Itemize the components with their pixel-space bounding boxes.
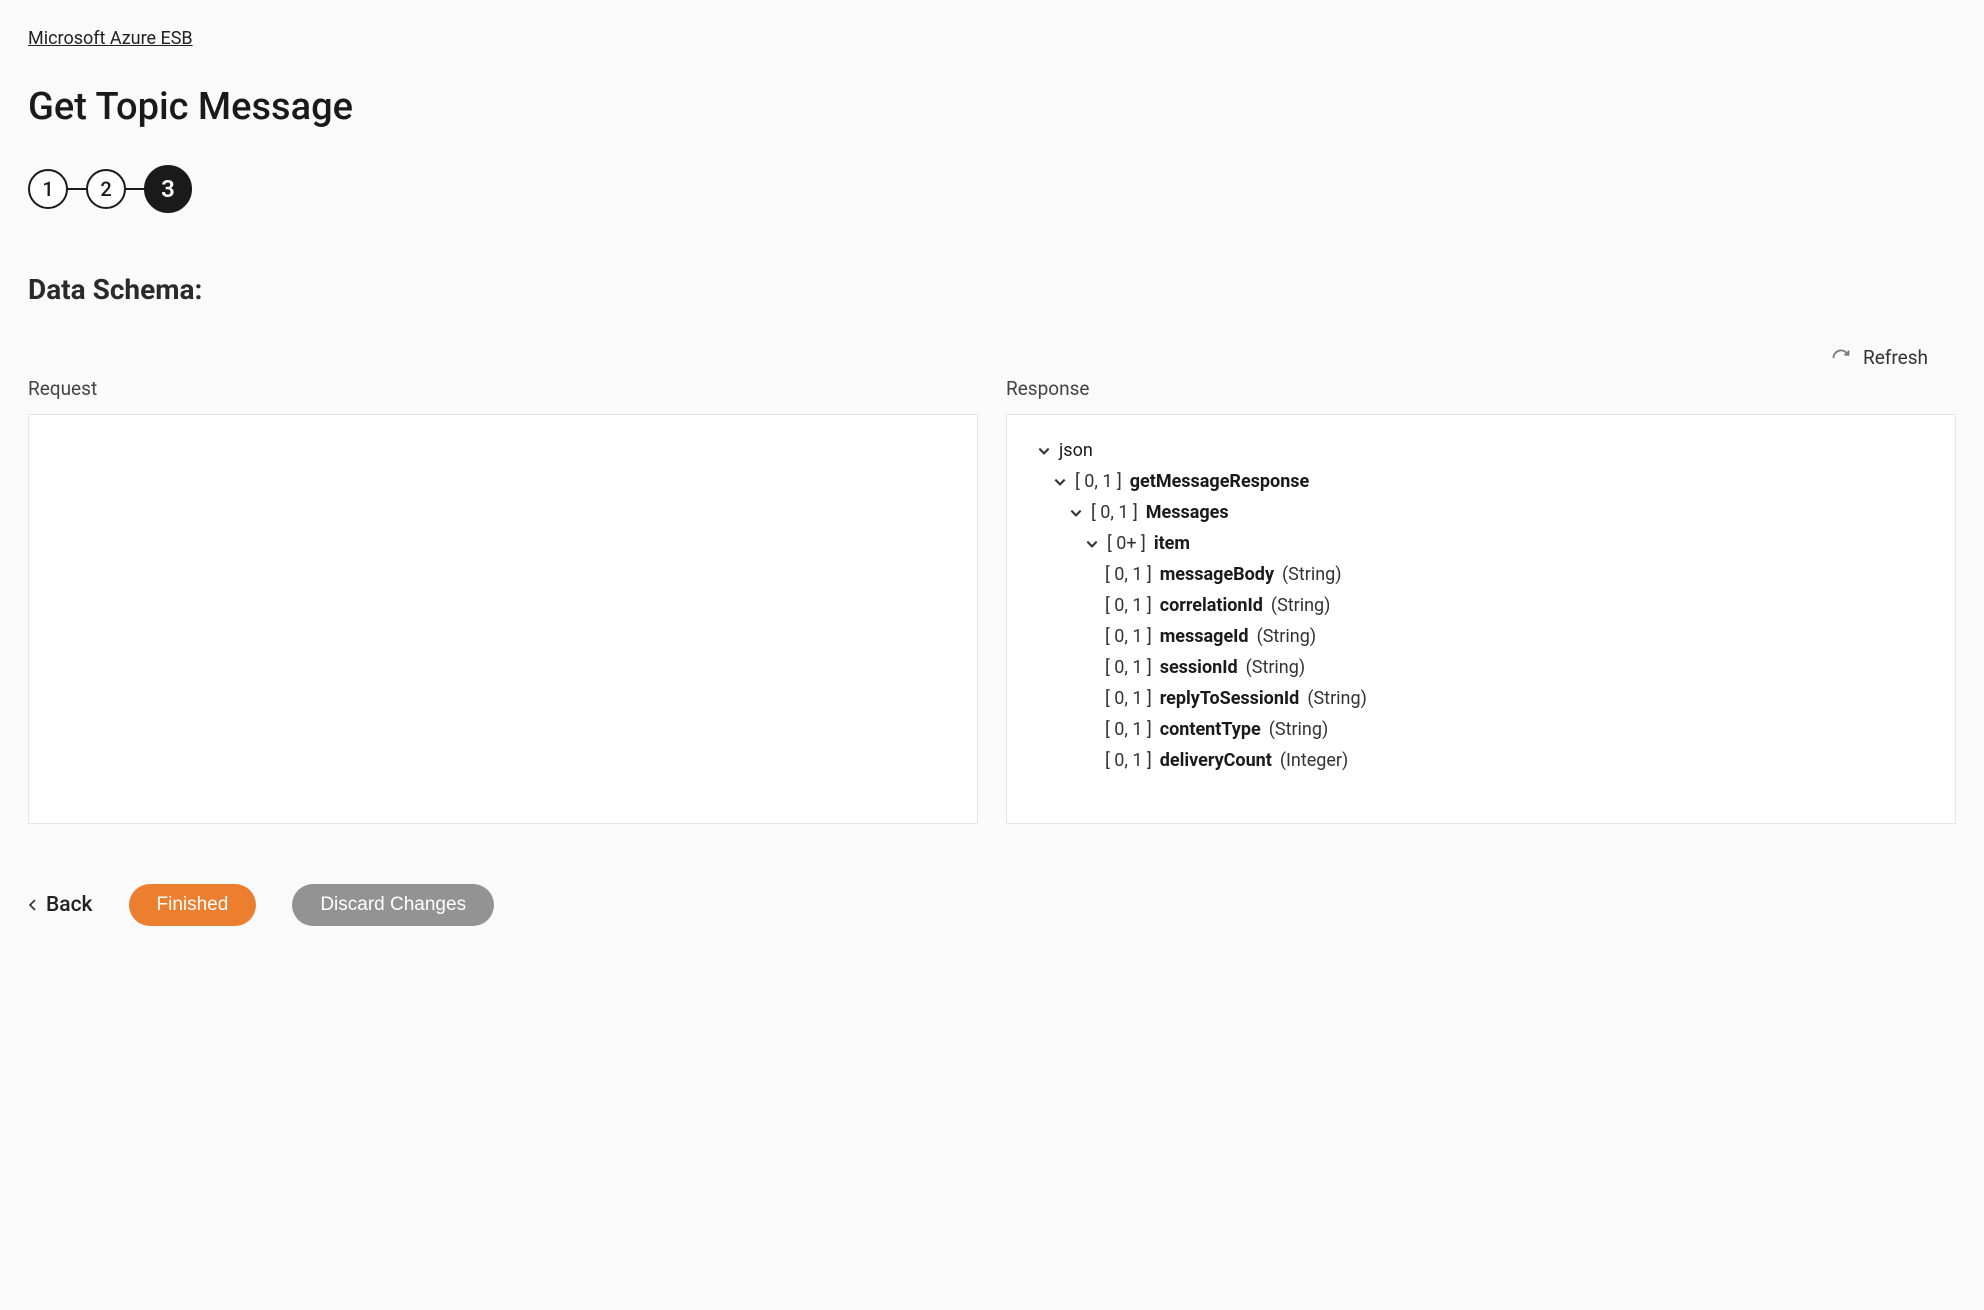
chevron-down-icon <box>1069 506 1083 520</box>
request-panel <box>28 414 978 824</box>
tree-node-name: messageBody <box>1160 564 1274 585</box>
tree-node-label: json <box>1059 440 1093 461</box>
tree-node-name: messageId <box>1160 626 1249 647</box>
refresh-button[interactable]: Refresh <box>1831 346 1928 369</box>
tree-node-item[interactable]: [ 0+ ] item <box>1025 528 1937 559</box>
section-heading: Data Schema: <box>28 273 1956 306</box>
tree-node-json[interactable]: json <box>1025 435 1937 466</box>
tree-node-name: deliveryCount <box>1160 750 1272 771</box>
tree-leaf[interactable]: [ 0, 1 ] replyToSessionId (String) <box>1025 683 1937 714</box>
tree-leaf[interactable]: [ 0, 1 ] sessionId (String) <box>1025 652 1937 683</box>
request-column: Request <box>28 377 978 824</box>
tree-node-name: item <box>1154 533 1190 554</box>
back-label: Back <box>46 893 93 917</box>
discard-changes-button[interactable]: Discard Changes <box>292 884 494 926</box>
tree-node-name: sessionId <box>1160 657 1238 678</box>
chevron-down-icon <box>1037 444 1051 458</box>
tree-node-cardinality: [ 0, 1 ] <box>1105 688 1152 709</box>
tree-node-cardinality: [ 0, 1 ] <box>1105 719 1152 740</box>
tree-node-name: getMessageResponse <box>1130 471 1310 492</box>
stepper: 1 2 3 <box>28 165 1956 213</box>
tree-node-type: (Integer) <box>1280 750 1348 771</box>
tree-node-cardinality: [ 0, 1 ] <box>1105 657 1152 678</box>
tree-node-cardinality: [ 0, 1 ] <box>1075 471 1122 492</box>
tree-node-getmessageresponse[interactable]: [ 0, 1 ] getMessageResponse <box>1025 466 1937 497</box>
tree-node-name: correlationId <box>1160 595 1263 616</box>
tree-node-type: (String) <box>1307 688 1367 709</box>
tree-node-cardinality: [ 0, 1 ] <box>1105 564 1152 585</box>
chevron-down-icon <box>1085 537 1099 551</box>
page-title: Get Topic Message <box>28 85 1956 129</box>
response-label: Response <box>1006 377 1956 400</box>
step-3[interactable]: 3 <box>144 165 192 213</box>
tree-node-cardinality: [ 0, 1 ] <box>1091 502 1138 523</box>
tree-node-type: (String) <box>1282 564 1342 585</box>
tree-node-cardinality: [ 0, 1 ] <box>1105 626 1152 647</box>
tree-node-cardinality: [ 0, 1 ] <box>1105 595 1152 616</box>
refresh-icon <box>1831 348 1851 368</box>
tree-node-cardinality: [ 0, 1 ] <box>1105 750 1152 771</box>
tree-node-messages[interactable]: [ 0, 1 ] Messages <box>1025 497 1937 528</box>
step-2[interactable]: 2 <box>86 169 126 209</box>
tree-leaf[interactable]: [ 0, 1 ] deliveryCount (Integer) <box>1025 745 1937 776</box>
tree-leaf[interactable]: [ 0, 1 ] messageId (String) <box>1025 621 1937 652</box>
tree-node-type: (String) <box>1271 595 1331 616</box>
chevron-left-icon <box>28 898 38 912</box>
response-column: Response json [ 0, 1 ] getMessageRespons… <box>1006 377 1956 824</box>
tree-node-type: (String) <box>1246 657 1306 678</box>
response-panel: json [ 0, 1 ] getMessageResponse [ 0, 1 … <box>1006 414 1956 824</box>
request-label: Request <box>28 377 978 400</box>
tree-node-type: (String) <box>1257 626 1317 647</box>
tree-node-name: replyToSessionId <box>1160 688 1300 709</box>
tree-node-name: contentType <box>1160 719 1261 740</box>
tree-node-type: (String) <box>1269 719 1329 740</box>
tree-leaf[interactable]: [ 0, 1 ] correlationId (String) <box>1025 590 1937 621</box>
tree-node-name: Messages <box>1146 502 1229 523</box>
step-connector <box>126 188 144 190</box>
refresh-label: Refresh <box>1863 346 1928 369</box>
breadcrumb-link[interactable]: Microsoft Azure ESB <box>28 28 193 49</box>
chevron-down-icon <box>1053 475 1067 489</box>
finished-button[interactable]: Finished <box>129 884 257 926</box>
tree-leaf[interactable]: [ 0, 1 ] messageBody (String) <box>1025 559 1937 590</box>
back-button[interactable]: Back <box>28 893 93 917</box>
tree-leaf[interactable]: [ 0, 1 ] contentType (String) <box>1025 714 1937 745</box>
tree-node-cardinality: [ 0+ ] <box>1107 533 1146 554</box>
step-connector <box>68 188 86 190</box>
step-1[interactable]: 1 <box>28 169 68 209</box>
